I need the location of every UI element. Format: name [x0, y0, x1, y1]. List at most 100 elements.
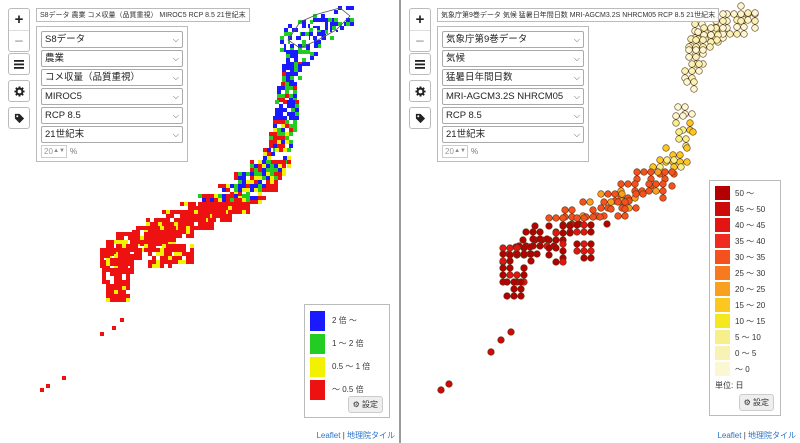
chevron-down-icon: ⌵ [573, 73, 580, 82]
zoom-in-button[interactable]: + [410, 9, 430, 30]
legend-swatch [715, 218, 730, 232]
chevron-down-icon: ⌵ [172, 54, 179, 63]
legend-label: 1 ～ 2 倍 [332, 339, 364, 348]
leaflet-link[interactable]: Leaflet [717, 431, 741, 440]
gsi-tiles-link[interactable]: 地理院タイル [347, 431, 395, 440]
legend-label: 0 ～ 5 [735, 348, 757, 358]
legend-item: 15 ～ 20 [715, 297, 775, 313]
legend-swatch [715, 202, 730, 216]
legend-swatch [310, 310, 325, 331]
legend-swatch [715, 250, 730, 264]
chevron-down-icon: ⌵ [172, 130, 179, 139]
chevron-down-icon: ⌵ [573, 130, 580, 139]
scenario-select[interactable]: RCP 8.5 ⌵ [442, 107, 584, 124]
map-title: 気象庁第9巻データ 気候 猛暑日年間日数 MRI-AGCM3.2S NHRCM0… [437, 8, 720, 22]
legend-swatch [310, 333, 325, 354]
legend-label: ～ 0 [735, 364, 750, 374]
legend-label: 0.5 ～ 1 倍 [332, 362, 371, 371]
zoom-out-button[interactable]: − [9, 30, 29, 51]
chevron-down-icon: ⌵ [573, 35, 580, 44]
layers-button[interactable] [409, 53, 431, 75]
map-attribution: Leaflet | 地理院タイル [316, 431, 395, 440]
opacity-input[interactable]: 20 ▲▼ [41, 145, 67, 158]
category-select[interactable]: 農業 ⌵ [41, 50, 183, 67]
opacity-input[interactable]: 20 ▲▼ [442, 145, 468, 158]
chevron-down-icon: ⌵ [573, 54, 580, 63]
zoom-out-button[interactable]: − [410, 30, 430, 51]
map-title: S8データ 農業 コメ収量（品質重視） MIROC5 RCP 8.5 21世紀末 [36, 8, 250, 22]
legend-item: 0.5 ～ 1 倍 [310, 355, 384, 378]
legend-item: 25 ～ 30 [715, 265, 775, 281]
legend-swatch [310, 356, 325, 377]
model-select[interactable]: MIROC5 ⌵ [41, 88, 183, 105]
data-selector-panel: S8データ ⌵ 農業 ⌵ コメ収量（品質重視） ⌵ MIROC5 ⌵ RCP 8.5 ⌵ … [36, 26, 188, 162]
chevron-down-icon: ⌵ [172, 35, 179, 44]
tag-button[interactable] [8, 107, 30, 129]
legend-swatch [715, 186, 730, 200]
legend-swatch [715, 330, 730, 344]
tag-icon [14, 113, 24, 123]
gear-icon: ⚙ [743, 398, 751, 407]
legend-item: 0 ～ 5 [715, 345, 775, 361]
legend-label: 2 倍 ～ [332, 316, 357, 325]
chevron-down-icon: ⌵ [172, 73, 179, 82]
dataset-select[interactable]: 気象庁第9巻データ ⌵ [442, 31, 584, 48]
legend-label: 15 ～ 20 [735, 300, 766, 310]
gear-icon: ⚙ [352, 400, 360, 409]
legend-label: 25 ～ 30 [735, 268, 766, 278]
legend-label: 45 ～ 50 [735, 204, 766, 214]
spinner-icon[interactable]: ▲▼ [53, 146, 65, 157]
layers-icon [14, 59, 24, 69]
right-map-pane[interactable]: 気象庁第9巻データ 気候 猛暑日年間日数 MRI-AGCM3.2S NHRCM0… [401, 0, 800, 443]
layers-icon [415, 59, 425, 69]
zoom-control: + − [8, 8, 30, 52]
dataset-select[interactable]: S8データ ⌵ [41, 31, 183, 48]
legend-swatch [715, 234, 730, 248]
map-attribution: Leaflet | 地理院タイル [717, 431, 796, 440]
zoom-in-button[interactable]: + [9, 9, 29, 30]
spinner-icon[interactable]: ▲▼ [454, 146, 466, 157]
tag-icon [415, 113, 425, 123]
settings-tool-button[interactable] [409, 80, 431, 102]
legend-label: ～ 0.5 倍 [332, 385, 364, 394]
layers-button[interactable] [8, 53, 30, 75]
legend-swatch [715, 298, 730, 312]
opacity-row: 20 ▲▼ % [41, 145, 183, 158]
legend: 50 ～ 45 ～ 50 40 ～ 45 35 ～ 40 30 ～ 35 25 ～ 30 2… [709, 180, 781, 416]
category-select[interactable]: 気候 ⌵ [442, 50, 584, 67]
unit-label: 単位: 日 [715, 381, 744, 390]
legend-item: 20 ～ 25 [715, 281, 775, 297]
scenario-select[interactable]: RCP 8.5 ⌵ [41, 107, 183, 124]
legend-settings-button[interactable]: ⚙ 設定 [738, 394, 774, 411]
period-select[interactable]: 21世紀末 ⌵ [41, 126, 183, 143]
legend-swatch [715, 362, 730, 376]
chevron-down-icon: ⌵ [172, 111, 179, 120]
gsi-tiles-link[interactable]: 地理院タイル [748, 431, 796, 440]
legend-item: 30 ～ 35 [715, 249, 775, 265]
legend-label: 50 ～ [735, 188, 755, 198]
item-select[interactable]: 猛暑日年間日数 ⌵ [442, 69, 584, 86]
period-select[interactable]: 21世紀末 ⌵ [442, 126, 584, 143]
opacity-unit: % [471, 147, 479, 156]
legend-item: 45 ～ 50 [715, 201, 775, 217]
leaflet-link[interactable]: Leaflet [316, 431, 340, 440]
gear-icon [13, 85, 25, 97]
legend-swatch [715, 266, 730, 280]
legend-item: 10 ～ 15 [715, 313, 775, 329]
left-map-pane[interactable]: S8データ 農業 コメ収量（品質重視） MIROC5 RCP 8.5 21世紀末… [0, 0, 399, 443]
model-select[interactable]: MRI-AGCM3.2S NHRCM05 ⌵ [442, 88, 584, 105]
opacity-row: 20 ▲▼ % [442, 145, 584, 158]
legend-label: 10 ～ 15 [735, 316, 766, 326]
legend-label: 40 ～ 45 [735, 220, 766, 230]
item-select[interactable]: コメ収量（品質重視） ⌵ [41, 69, 183, 86]
legend-item: ～ 0 [715, 361, 775, 377]
legend-settings-button[interactable]: ⚙ 設定 [347, 396, 383, 413]
data-selector-panel: 気象庁第9巻データ ⌵ 気候 ⌵ 猛暑日年間日数 ⌵ MRI-AGCM3.2S NHR… [437, 26, 589, 162]
legend-label: 20 ～ 25 [735, 284, 766, 294]
legend-label: 35 ～ 40 [735, 236, 766, 246]
settings-tool-button[interactable] [8, 80, 30, 102]
legend-swatch [715, 282, 730, 296]
legend-item: 50 ～ [715, 185, 775, 201]
tag-button[interactable] [409, 107, 431, 129]
legend-item: 35 ～ 40 [715, 233, 775, 249]
